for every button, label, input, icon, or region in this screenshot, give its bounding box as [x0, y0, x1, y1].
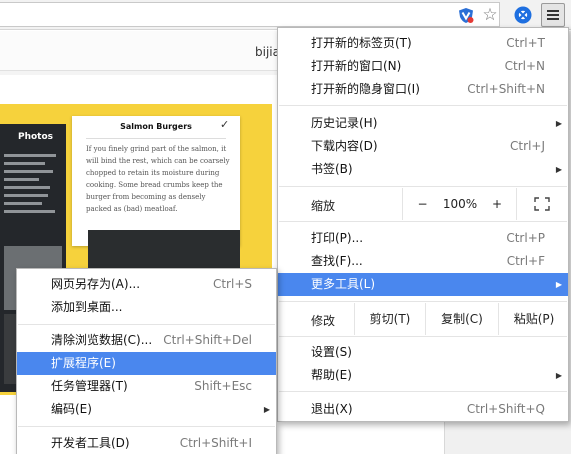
- recipe-body: If you finely grind part of the salmon, …: [86, 145, 230, 213]
- menu-label: 添加到桌面...: [51, 300, 123, 314]
- menu-print[interactable]: 打印(P)... Ctrl+P: [278, 227, 568, 250]
- menu-find[interactable]: 查找(F)... Ctrl+F: [278, 250, 568, 273]
- hamburger-menu-icon[interactable]: [541, 3, 565, 27]
- paste-button[interactable]: 粘贴(P): [498, 303, 569, 335]
- star-icon[interactable]: ☆: [480, 5, 500, 25]
- menu-label: 编码(E): [51, 402, 92, 416]
- menu-separator: [279, 186, 567, 187]
- menu-downloads[interactable]: 下载内容(D) Ctrl+J: [278, 135, 568, 158]
- menu-settings[interactable]: 设置(S): [278, 341, 568, 364]
- menu-history[interactable]: 历史记录(H) ▶: [278, 112, 568, 135]
- menu-label: 打开新的隐身窗口(I): [311, 82, 420, 96]
- menu-bookmarks[interactable]: 书签(B) ▶: [278, 158, 568, 181]
- menu-label: 打开新的窗口(N): [311, 59, 402, 73]
- menu-new-window[interactable]: 打开新的窗口(N) Ctrl+N: [278, 55, 568, 78]
- menu-shortcut: Ctrl+Shift+N: [467, 82, 545, 96]
- menu-separator: [18, 426, 275, 427]
- menu-separator: [279, 336, 567, 337]
- submenu-save-as[interactable]: 网页另存为(A)... Ctrl+S: [17, 273, 276, 296]
- menu-label: 开发者工具(D): [51, 436, 130, 450]
- divider: [86, 138, 226, 139]
- recipe-card: Salmon Burgers ✓ If you finely grind par…: [72, 116, 240, 246]
- zoom-label: 缩放: [311, 199, 336, 213]
- menu-label: 扩展程序(E): [51, 356, 116, 370]
- menu-label: 历史记录(H): [311, 116, 378, 130]
- photos-label: Photos: [18, 132, 54, 142]
- address-bar[interactable]: [0, 2, 500, 27]
- submenu-arrow-icon: ▶: [263, 405, 270, 414]
- menu-label: 书签(B): [311, 162, 353, 176]
- check-icon: ✓: [220, 118, 230, 131]
- copy-button[interactable]: 复制(C): [425, 303, 498, 335]
- edit-row: 修改 剪切(T) 复制(C) 粘贴(P): [278, 303, 568, 335]
- menu-separator: [279, 221, 567, 222]
- more-tools-submenu: 网页另存为(A)... Ctrl+S 添加到桌面... 清除浏览数据(C)...…: [16, 268, 277, 454]
- submenu-clear-data[interactable]: 清除浏览数据(C)... Ctrl+Shift+Del: [17, 329, 276, 352]
- submenu-devtools[interactable]: 开发者工具(D) Ctrl+Shift+I: [17, 432, 276, 454]
- submenu-task-manager[interactable]: 任务管理器(T) Shift+Esc: [17, 375, 276, 398]
- menu-separator: [279, 105, 567, 106]
- submenu-encoding[interactable]: 编码(E) ▶: [17, 398, 276, 421]
- menu-exit[interactable]: 退出(X) Ctrl+Shift+Q: [278, 398, 568, 421]
- menu-new-tab[interactable]: 打开新的标签页(T) Ctrl+T: [278, 32, 568, 55]
- submenu-arrow-icon: ▶: [555, 280, 562, 289]
- menu-more-tools[interactable]: 更多工具(L) ▶: [278, 273, 568, 296]
- chrome-logo-icon[interactable]: [513, 5, 533, 25]
- submenu-arrow-icon: ▶: [555, 371, 562, 380]
- menu-help[interactable]: 帮助(E) ▶: [278, 364, 568, 387]
- menu-label: 设置(S): [311, 345, 352, 359]
- mockup-lines: [4, 154, 62, 218]
- menu-label: 查找(F)...: [311, 254, 363, 268]
- menu-separator: [18, 324, 275, 325]
- menu-label: 打开新的标签页(T): [311, 36, 412, 50]
- zoom-value: 100%: [442, 197, 478, 211]
- submenu-arrow-icon: ▶: [555, 165, 562, 174]
- menu-incognito[interactable]: 打开新的隐身窗口(I) Ctrl+Shift+N: [278, 78, 568, 101]
- menu-shortcut: Ctrl+F: [506, 254, 545, 268]
- menu-label: 帮助(E): [311, 368, 352, 382]
- shield-v-icon[interactable]: [456, 5, 476, 25]
- menu-label: 清除浏览数据(C)...: [51, 333, 153, 347]
- menu-label: 更多工具(L): [311, 277, 376, 291]
- menu-label: 退出(X): [311, 402, 353, 416]
- cut-button[interactable]: 剪切(T): [354, 303, 425, 335]
- menu-shortcut: Ctrl+Shift+Q: [466, 402, 545, 416]
- submenu-add-to-desktop[interactable]: 添加到桌面...: [17, 296, 276, 319]
- browser-toolbar: ☆: [0, 0, 571, 30]
- recipe-photo: [88, 230, 240, 270]
- menu-shortcut: Ctrl+T: [506, 36, 545, 50]
- menu-label: 下载内容(D): [311, 139, 378, 153]
- menu-label: 打印(P)...: [311, 231, 364, 245]
- submenu-extensions[interactable]: 扩展程序(E): [17, 352, 276, 375]
- menu-separator: [279, 301, 567, 302]
- menu-separator: [279, 391, 567, 392]
- menu-label: 网页另存为(A)...: [51, 277, 141, 291]
- menu-shortcut: Ctrl+J: [510, 139, 545, 153]
- menu-shortcut: Ctrl+Shift+I: [179, 436, 252, 450]
- submenu-arrow-icon: ▶: [555, 119, 562, 128]
- zoom-row: 缩放 − 100% +: [278, 188, 568, 220]
- edit-label: 修改: [311, 314, 336, 328]
- menu-shortcut: Shift+Esc: [194, 379, 252, 393]
- menu-shortcut: Ctrl+P: [506, 231, 545, 245]
- recipe-title: Salmon Burgers: [120, 122, 192, 131]
- menu-shortcut: Ctrl+N: [504, 59, 545, 73]
- fullscreen-button[interactable]: [516, 188, 569, 220]
- menu-shortcut: Ctrl+S: [212, 277, 252, 291]
- zoom-out-button[interactable]: −: [402, 188, 442, 220]
- zoom-in-button[interactable]: +: [478, 188, 516, 220]
- menu-label: 任务管理器(T): [51, 379, 128, 393]
- fullscreen-icon: [534, 197, 550, 211]
- menu-shortcut: Ctrl+Shift+Del: [163, 333, 252, 347]
- chrome-main-menu: 打开新的标签页(T) Ctrl+T 打开新的窗口(N) Ctrl+N 打开新的隐…: [277, 27, 569, 422]
